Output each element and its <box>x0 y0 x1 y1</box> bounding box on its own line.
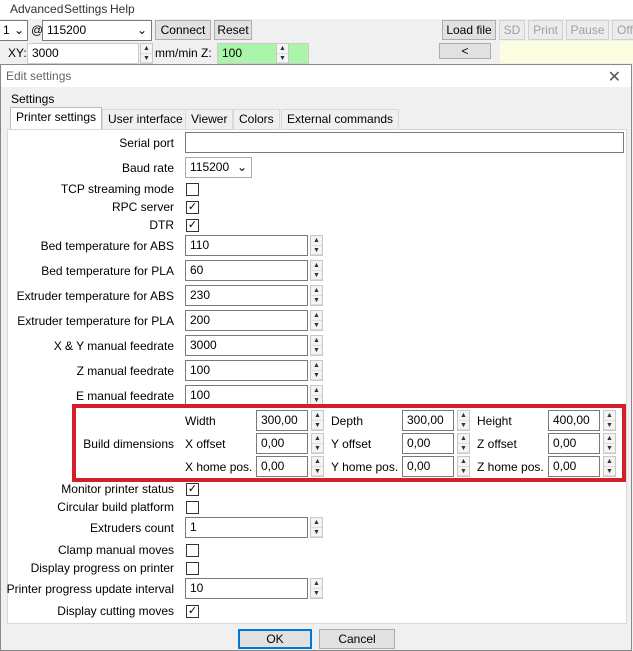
extruders-spinner[interactable]: ▲ ▼ <box>310 517 323 538</box>
port-value: 1 <box>3 23 10 37</box>
off-button[interactable]: Off <box>612 20 633 40</box>
reset-button[interactable]: Reset <box>214 20 252 40</box>
rpc-label: RPC server <box>111 200 174 214</box>
bed-pla-input[interactable]: 60 <box>185 260 308 281</box>
z-label: mm/min Z: <box>155 46 212 60</box>
ext-abs-label: Extruder temperature for ABS <box>16 289 174 303</box>
tab-user-interface[interactable]: User interface <box>102 109 189 129</box>
chevron-down-icon: ⌄ <box>13 23 24 37</box>
circular-checkbox[interactable] <box>186 501 199 514</box>
dtr-label: DTR <box>149 218 174 232</box>
tab-external-commands[interactable]: External commands <box>281 109 400 129</box>
tcp-label: TCP streaming mode <box>60 182 174 196</box>
bed-pla-spinner[interactable]: ▲ ▼ <box>310 260 323 281</box>
menu-help[interactable]: Help <box>110 2 135 16</box>
clamp-label: Clamp manual moves <box>57 543 174 557</box>
rpc-checkbox[interactable]: ✓ <box>186 201 199 214</box>
e-feed-input[interactable]: 100 <box>185 385 308 406</box>
build-dimensions-highlight <box>72 404 626 482</box>
xy-feed-spinner[interactable]: ▲ ▼ <box>310 335 323 356</box>
menu-settings[interactable]: Settings <box>64 2 107 16</box>
xy-label: XY: <box>8 46 27 60</box>
ext-abs-spinner[interactable]: ▲ ▼ <box>310 285 323 306</box>
close-icon[interactable]: ✕ <box>608 67 621 87</box>
interval-input[interactable]: 10 <box>185 578 308 599</box>
menu-bar: Advanced Settings Help <box>0 0 633 19</box>
tcp-checkbox[interactable] <box>186 183 199 196</box>
monitor-label: Monitor printer status <box>61 482 174 496</box>
interval-label: Printer progress update interval <box>6 582 174 596</box>
xy-feed-input[interactable]: 3000 <box>185 335 308 356</box>
load-file-button[interactable]: Load file <box>442 20 496 40</box>
cutting-label: Display cutting moves <box>57 604 174 618</box>
bed-pla-label: Bed temperature for PLA <box>41 264 174 278</box>
serial-port-input[interactable] <box>185 132 624 153</box>
baud-rate-label: Baud rate <box>121 161 174 175</box>
ext-pla-input[interactable]: 200 <box>185 310 308 331</box>
group-label: Settings <box>11 92 55 106</box>
baud-value: 115200 <box>47 23 87 37</box>
baud-rate-value: 115200 <box>190 160 230 174</box>
cancel-button[interactable]: Cancel <box>319 629 395 649</box>
bed-abs-label: Bed temperature for ABS <box>40 239 174 253</box>
menu-advanced[interactable]: Advanced <box>10 2 63 16</box>
bed-abs-spinner[interactable]: ▲ ▼ <box>310 235 323 256</box>
print-button[interactable]: Print <box>528 20 563 40</box>
tab-colors[interactable]: Colors <box>233 109 280 129</box>
tab-viewer[interactable]: Viewer <box>185 109 234 129</box>
extruders-label: Extruders count <box>89 521 174 535</box>
edit-settings-dialog: Edit settings ✕ Settings Printer setting… <box>0 64 632 651</box>
xy-spinner[interactable]: ▲ ▼ <box>140 43 153 64</box>
printer-settings-panel: Serial port Baud rate 115200 ⌄ TCP stream… <box>7 129 627 624</box>
back-button[interactable]: < <box>439 43 491 59</box>
ext-abs-input[interactable]: 230 <box>185 285 308 306</box>
status-area <box>500 41 633 63</box>
z-spinner[interactable]: ▲ ▼ <box>276 43 289 64</box>
bed-abs-input[interactable]: 110 <box>185 235 308 256</box>
display-progress-label: Display progress on printer <box>30 561 174 575</box>
sd-button[interactable]: SD <box>499 20 525 40</box>
z-feed-spinner[interactable]: ▲ ▼ <box>310 360 323 381</box>
baud-rate-select[interactable]: 115200 ⌄ <box>185 157 252 178</box>
xy-feedrate-input[interactable]: 3000 <box>27 43 139 64</box>
pause-button[interactable]: Pause <box>566 20 609 40</box>
interval-spinner[interactable]: ▲ ▼ <box>310 578 323 599</box>
port-select[interactable]: 1 ⌄ <box>0 20 28 41</box>
ext-pla-label: Extruder temperature for PLA <box>17 314 174 328</box>
circular-label: Circular build platform <box>57 500 174 514</box>
e-feed-label: E manual feedrate <box>75 389 174 403</box>
monitor-checkbox[interactable]: ✓ <box>186 483 199 496</box>
dialog-title: Edit settings <box>1 65 631 87</box>
chevron-down-icon: ⌄ <box>136 23 147 37</box>
connect-button[interactable]: Connect <box>155 20 211 40</box>
z-feed-label: Z manual feedrate <box>76 364 174 378</box>
extruders-input[interactable]: 1 <box>185 517 308 538</box>
z-feed-input[interactable]: 100 <box>185 360 308 381</box>
baud-select[interactable]: 115200 ⌄ <box>42 20 152 41</box>
tab-printer-settings[interactable]: Printer settings <box>10 107 103 130</box>
display-progress-checkbox[interactable] <box>186 562 199 575</box>
cutting-checkbox[interactable]: ✓ <box>186 605 199 618</box>
ext-pla-spinner[interactable]: ▲ ▼ <box>310 310 323 331</box>
e-feed-spinner[interactable]: ▲ ▼ <box>310 385 323 406</box>
ok-button[interactable]: OK <box>238 629 312 649</box>
chevron-down-icon: ⌄ <box>236 160 247 174</box>
clamp-checkbox[interactable] <box>186 544 199 557</box>
dtr-checkbox[interactable]: ✓ <box>186 219 199 232</box>
z-feedrate-input[interactable]: 100 <box>217 43 309 64</box>
xy-feed-label: X & Y manual feedrate <box>53 339 174 353</box>
serial-port-label: Serial port <box>119 136 174 150</box>
